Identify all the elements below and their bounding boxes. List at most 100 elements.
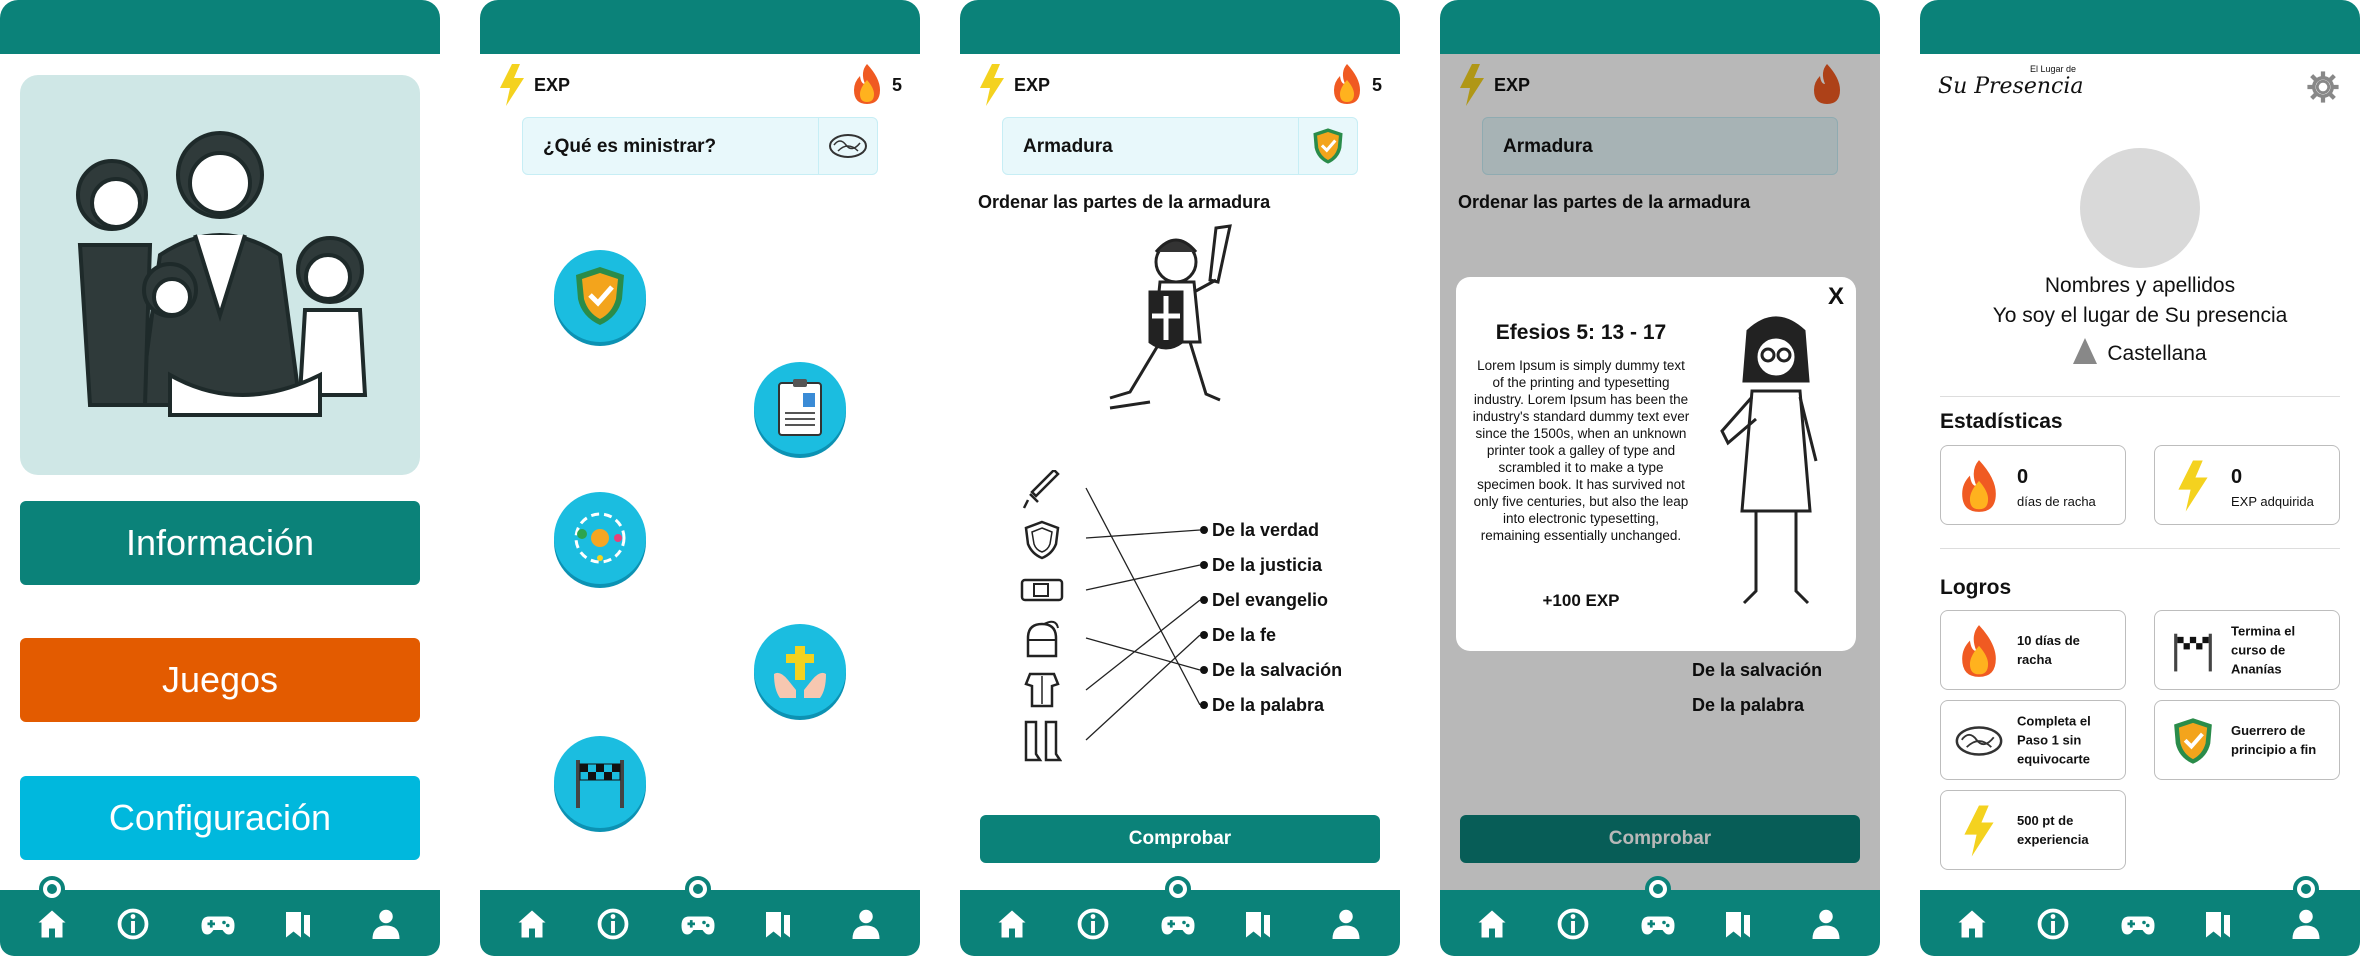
achievement-card[interactable]: 10 días de racha	[1940, 610, 2126, 690]
nav-info[interactable]	[1073, 904, 1113, 944]
nav-bookmarks[interactable]	[278, 904, 318, 944]
level-document[interactable]	[754, 362, 846, 454]
nav-bookmarks[interactable]	[2198, 904, 2238, 944]
nav-home[interactable]	[1472, 904, 1512, 944]
user-name: Nombres y apellidos	[2044, 274, 2236, 297]
user-icon	[852, 909, 880, 939]
answer-option[interactable]: De la palabra	[1212, 695, 1324, 716]
achievement-card[interactable]: 500 pt de experiencia	[1940, 790, 2126, 870]
gamepad-icon	[1161, 916, 1195, 935]
church-name: Castellana	[2107, 342, 2207, 365]
nav-home[interactable]	[32, 904, 72, 944]
church-icon	[2073, 338, 2098, 364]
nav-active-indicator	[685, 876, 711, 902]
level-finish[interactable]	[554, 736, 646, 828]
bottom-nav	[1920, 876, 2360, 956]
streak-count: 5	[891, 75, 902, 95]
nav-active-indicator	[1645, 876, 1671, 902]
nav-games[interactable]	[678, 904, 718, 944]
nav-active-indicator	[1165, 876, 1191, 902]
nav-profile[interactable]	[1806, 904, 1846, 944]
profile-screen: El Lugar de Su Presencia Nombres y apell…	[1920, 0, 2360, 956]
achievement-label: 10 días de racha	[2017, 633, 2080, 667]
info-icon	[1557, 908, 1589, 940]
achievement-label: Termina el curso de Ananías	[2231, 623, 2296, 677]
answer-option[interactable]: Del evangelio	[1212, 590, 1328, 611]
top-bar	[480, 0, 920, 54]
church-row: Castellana	[1920, 338, 2360, 366]
bottom-nav	[1440, 876, 1880, 956]
answer-option[interactable]: De la justicia	[1212, 555, 1322, 576]
nav-bookmarks[interactable]	[1238, 904, 1278, 944]
answer-dot[interactable]	[1200, 666, 1208, 674]
nav-profile[interactable]	[366, 904, 406, 944]
nav-games[interactable]	[2118, 904, 2158, 944]
answer-dot[interactable]	[1200, 526, 1208, 534]
shield-check-icon	[576, 267, 624, 325]
document-icon	[778, 379, 822, 436]
nav-active-indicator	[39, 876, 65, 902]
nav-info[interactable]	[1553, 904, 1593, 944]
topic-card[interactable]: ¿Qué es ministrar?	[522, 117, 878, 175]
answer-dot[interactable]	[1200, 701, 1208, 709]
nav-home[interactable]	[512, 904, 552, 944]
path-screen: EXP 5 ¿Qué es ministrar?	[480, 0, 920, 956]
level-shield[interactable]	[554, 250, 646, 342]
nav-profile[interactable]	[2286, 904, 2326, 944]
achievement-card[interactable]: Completa el Paso 1 sin equivocarte	[1940, 700, 2126, 780]
gear-icon[interactable]	[2306, 70, 2340, 104]
answer-option[interactable]: De la fe	[1212, 625, 1276, 646]
exp-row: EXP 5	[498, 64, 902, 106]
answer-dot[interactable]	[1200, 561, 1208, 569]
info-button[interactable]: Información	[20, 501, 420, 585]
nav-games[interactable]	[1158, 904, 1198, 944]
nav-info[interactable]	[113, 904, 153, 944]
nav-bookmarks[interactable]	[758, 904, 798, 944]
brain-icon	[829, 134, 867, 158]
nav-games[interactable]	[198, 904, 238, 944]
nav-info[interactable]	[593, 904, 633, 944]
bottom-nav	[480, 876, 920, 956]
brand-logo: El Lugar de Su Presencia	[1938, 64, 2084, 99]
nav-profile[interactable]	[1326, 904, 1366, 944]
achievement-card[interactable]: Termina el curso de Ananías	[2154, 610, 2340, 690]
gamepad-icon	[681, 916, 715, 935]
games-button[interactable]: Juegos	[20, 638, 420, 722]
nav-bookmarks[interactable]	[1718, 904, 1758, 944]
family-illustration	[20, 75, 420, 475]
check-button[interactable]: Comprobar	[980, 815, 1380, 863]
finish-flag-icon	[576, 760, 624, 808]
stat-value: 0	[2017, 466, 2029, 488]
top-bar	[1920, 0, 2360, 54]
divider	[1940, 396, 2340, 397]
nav-home[interactable]	[1952, 904, 1992, 944]
achievement-label: 500 pt de experiencia	[2017, 813, 2089, 847]
nav-home[interactable]	[992, 904, 1032, 944]
stat-label: días de racha	[2017, 494, 2096, 509]
level-cycle[interactable]	[554, 492, 646, 584]
nav-profile[interactable]	[846, 904, 886, 944]
modal-body: Lorem Ipsum is simply dummy text of the …	[1472, 358, 1690, 543]
user-icon	[1332, 909, 1360, 939]
level-hands-cross[interactable]	[754, 624, 846, 716]
info-icon	[1077, 908, 1109, 940]
settings-button[interactable]: Configuración	[20, 776, 420, 860]
home-screen: Información Juegos Configuración	[0, 0, 440, 956]
answer-dot[interactable]	[1200, 631, 1208, 639]
home-icon	[1478, 910, 1506, 938]
achievement-card[interactable]: Guerrero de principio a fin	[2154, 700, 2340, 780]
bookmark-icon	[1726, 912, 1750, 938]
teacher-illustration	[1720, 316, 1818, 605]
answer-dot[interactable]	[1200, 596, 1208, 604]
user-icon	[1812, 909, 1840, 939]
topic-title: ¿Qué es ministrar?	[543, 136, 717, 157]
avatar[interactable]	[2080, 148, 2200, 268]
gamepad-icon	[201, 916, 235, 935]
nav-info[interactable]	[2033, 904, 2073, 944]
answer-option[interactable]: De la salvación	[1212, 660, 1342, 681]
close-button[interactable]: X	[1828, 283, 1844, 311]
nav-games[interactable]	[1638, 904, 1678, 944]
stat-value: 0	[2231, 466, 2243, 488]
fire-icon	[1962, 460, 1996, 512]
answer-option[interactable]: De la verdad	[1212, 520, 1319, 541]
